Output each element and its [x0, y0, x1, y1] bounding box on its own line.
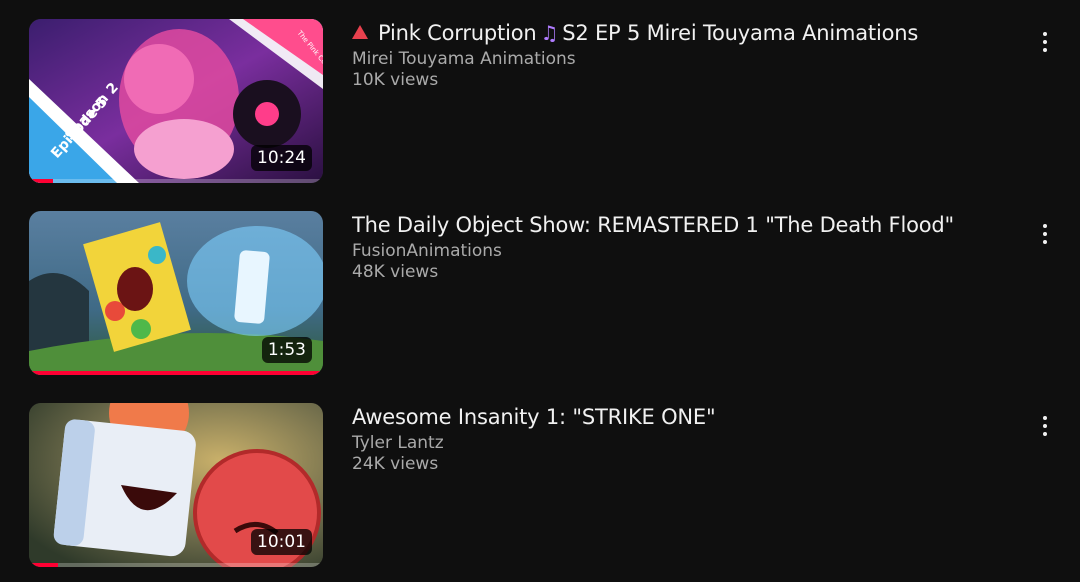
duration-badge: 10:24	[251, 145, 312, 171]
video-thumbnail[interactable]: 10:01	[29, 403, 323, 567]
video-item[interactable]: 1:53 The Daily Object Show: REMASTERED 1…	[0, 211, 1080, 379]
video-title-suffix: S2 EP 5 Mirei Touyama Animations	[562, 21, 919, 45]
video-meta: Awesome Insanity 1: "STRIKE ONE" Tyler L…	[352, 403, 992, 475]
view-count: 24K views	[352, 454, 439, 474]
watch-progress-bar	[29, 179, 323, 183]
music-note-icon: ♫	[540, 21, 559, 45]
video-meta: Pink Corruption ♫ S2 EP 5 Mirei Touyama An…	[352, 19, 992, 91]
watch-progress-bar	[29, 563, 323, 567]
watch-progress-fill	[29, 371, 323, 375]
channel-name[interactable]: Mirei Touyama Animations	[352, 49, 992, 70]
video-item[interactable]: 10:01 Awesome Insanity 1: "STRIKE ONE" T…	[0, 403, 1080, 571]
channel-name[interactable]: Tyler Lantz	[352, 433, 992, 454]
duration-badge: 10:01	[251, 529, 312, 555]
watch-progress-fill	[29, 179, 53, 183]
channel-name[interactable]: FusionAnimations	[352, 241, 992, 262]
view-count: 48K views	[352, 262, 439, 282]
video-title[interactable]: Pink Corruption ♫ S2 EP 5 Mirei Touyama An…	[352, 19, 992, 47]
video-title[interactable]: Awesome Insanity 1: "STRIKE ONE"	[352, 403, 992, 431]
more-options-icon[interactable]	[1032, 413, 1058, 439]
watch-progress-bar	[29, 371, 323, 375]
watch-progress-fill	[29, 563, 59, 567]
video-title[interactable]: The Daily Object Show: REMASTERED 1 "The…	[352, 211, 992, 239]
video-thumbnail[interactable]: 1:53	[29, 211, 323, 375]
more-options-icon[interactable]	[1032, 221, 1058, 247]
duration-badge: 1:53	[261, 337, 312, 363]
video-title-text: Pink Corruption	[378, 21, 537, 45]
video-item[interactable]: Season 2 Episode 5 The Pink Corruption 1…	[0, 19, 1080, 187]
view-count: 10K views	[352, 70, 439, 90]
video-meta: The Daily Object Show: REMASTERED 1 "The…	[352, 211, 992, 283]
more-options-icon[interactable]	[1032, 29, 1058, 55]
red-triangle-icon	[352, 25, 368, 39]
video-thumbnail[interactable]: Season 2 Episode 5 The Pink Corruption 1…	[29, 19, 323, 183]
